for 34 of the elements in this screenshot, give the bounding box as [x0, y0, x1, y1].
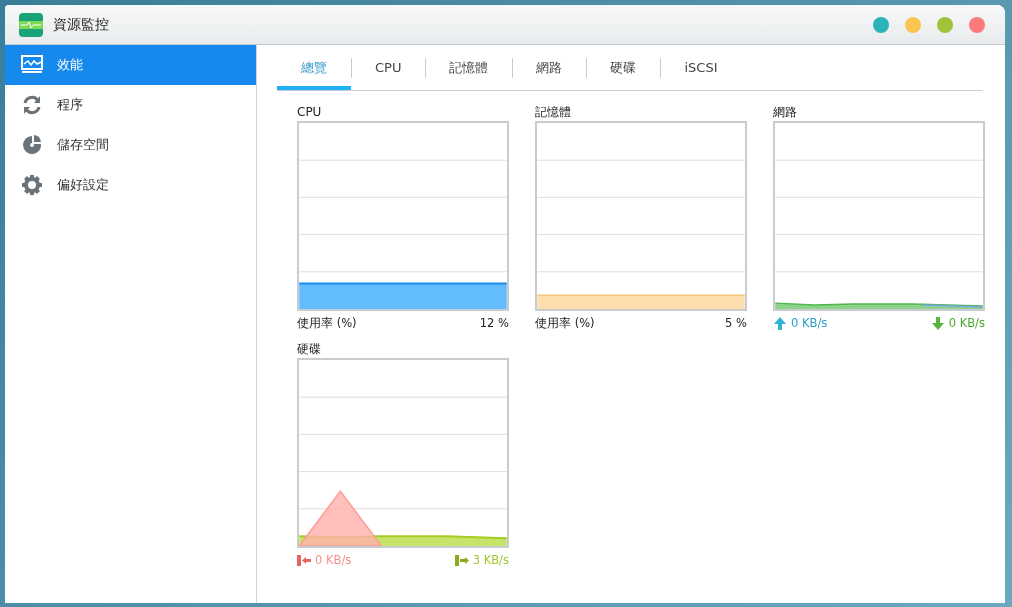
upload-arrow-icon	[773, 316, 787, 332]
window-control[interactable]	[969, 16, 985, 33]
sidebar-item[interactable]: 程序	[5, 85, 256, 125]
chart-icon	[21, 54, 43, 76]
disk-read-icon	[297, 553, 311, 569]
chart-title: 記憶體	[535, 104, 572, 121]
tab[interactable]: CPU	[351, 45, 426, 90]
tab[interactable]: 網路	[512, 45, 587, 90]
usage-value: 5 %	[725, 315, 747, 332]
rate-value: 0 KB/s	[315, 552, 352, 570]
usage-label: 使用率 (%)	[297, 315, 357, 332]
disk-write-icon	[454, 553, 469, 569]
chart-title: CPU	[297, 104, 323, 121]
chart-title: 網路	[773, 104, 798, 121]
tab[interactable]: iSCSI	[660, 45, 742, 90]
rate-value: 3 KB/s	[472, 552, 509, 570]
window-control[interactable]	[937, 16, 953, 33]
usage-label: 使用率 (%)	[535, 315, 595, 332]
usage-value: 12 %	[479, 315, 509, 332]
tab[interactable]: 記憶體	[425, 45, 513, 90]
sidebar-item[interactable]: 偏好設定	[5, 165, 256, 205]
sidebar-item[interactable]: 效能	[5, 45, 256, 85]
window-control[interactable]	[905, 16, 921, 33]
sidebar-item[interactable]: 儲存空間	[5, 125, 256, 165]
chart-title: 硬碟	[297, 341, 322, 359]
app-logo-icon	[19, 12, 43, 37]
settings-icon	[21, 174, 43, 196]
rate-value: 0 KB/s	[791, 315, 828, 332]
window-control[interactable]	[873, 16, 889, 33]
download-arrow-icon	[930, 316, 945, 332]
refresh-icon	[21, 94, 43, 116]
window-title: 資源監控	[53, 15, 109, 34]
rate-value: 0 KB/s	[948, 315, 985, 332]
tab[interactable]: 硬碟	[586, 45, 661, 90]
